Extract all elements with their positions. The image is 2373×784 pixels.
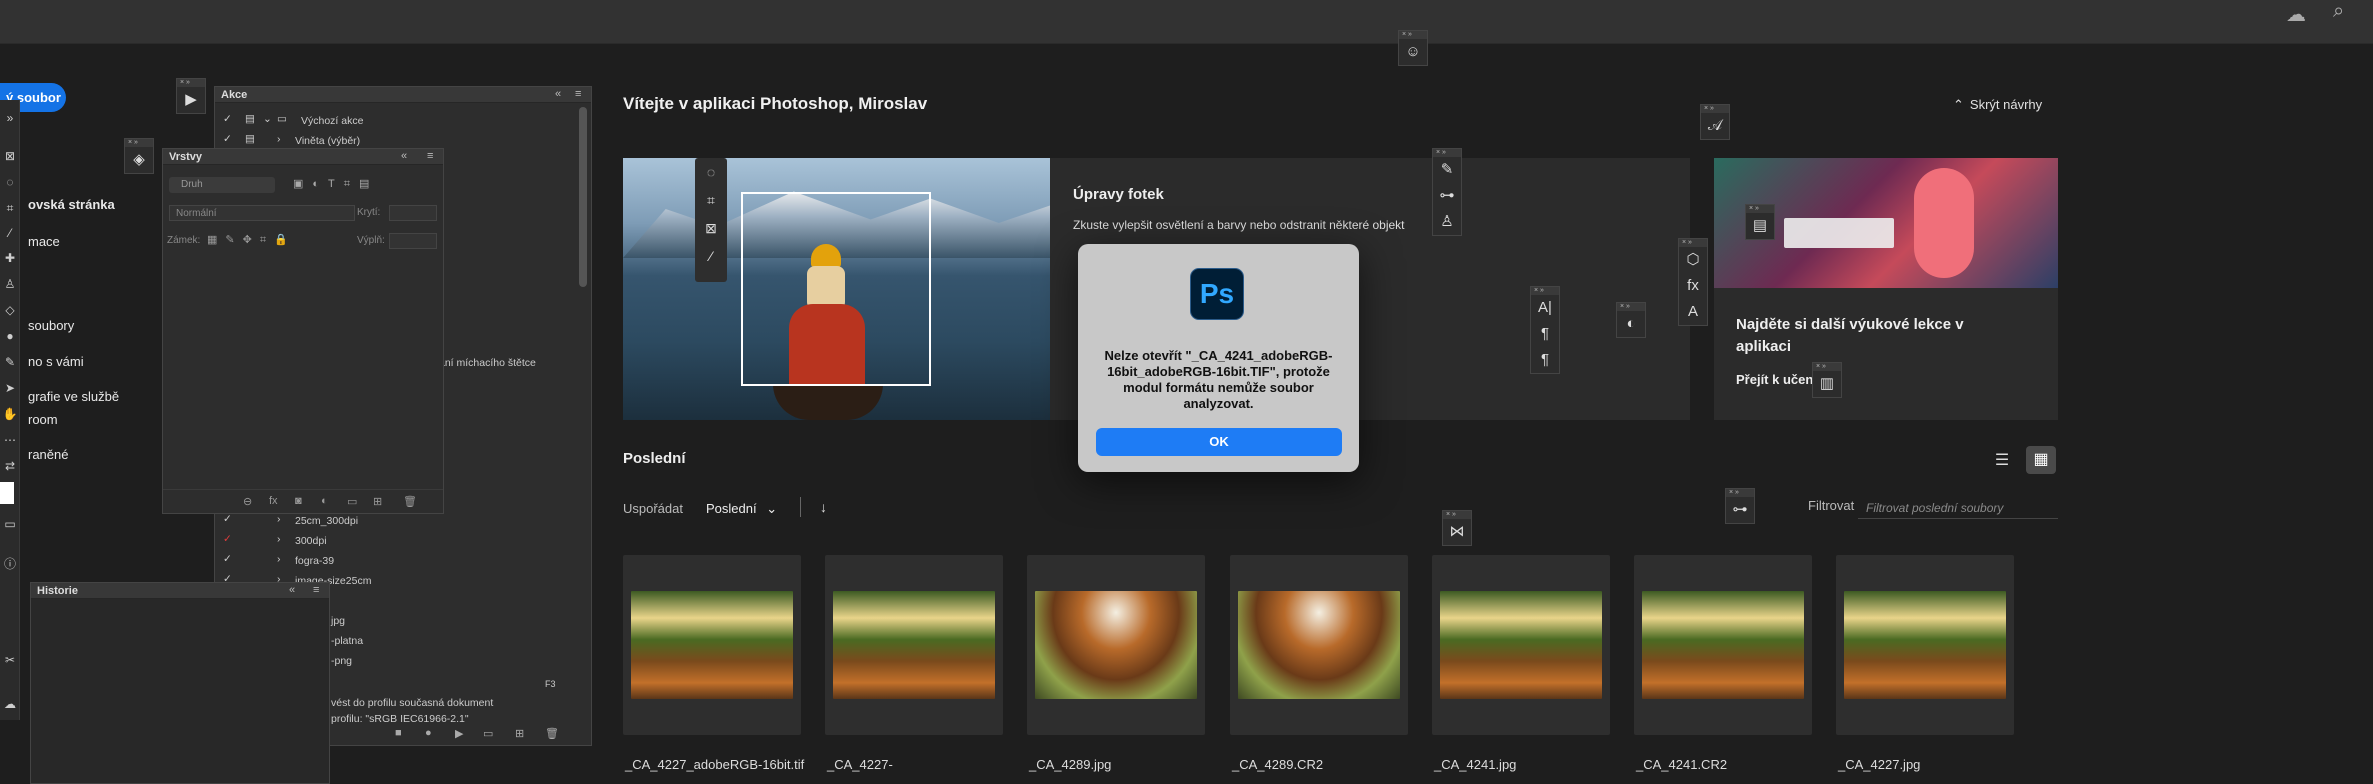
error-dialog: Ps Nelze otevřít "_CA_4241_adobeRGB-16bi…: [1078, 244, 1359, 472]
ok-button[interactable]: OK: [1096, 428, 1342, 456]
error-message: Nelze otevřít "_CA_4241_adobeRGB-16bit_a…: [1104, 348, 1333, 411]
photoshop-app-icon: Ps: [1190, 268, 1244, 320]
